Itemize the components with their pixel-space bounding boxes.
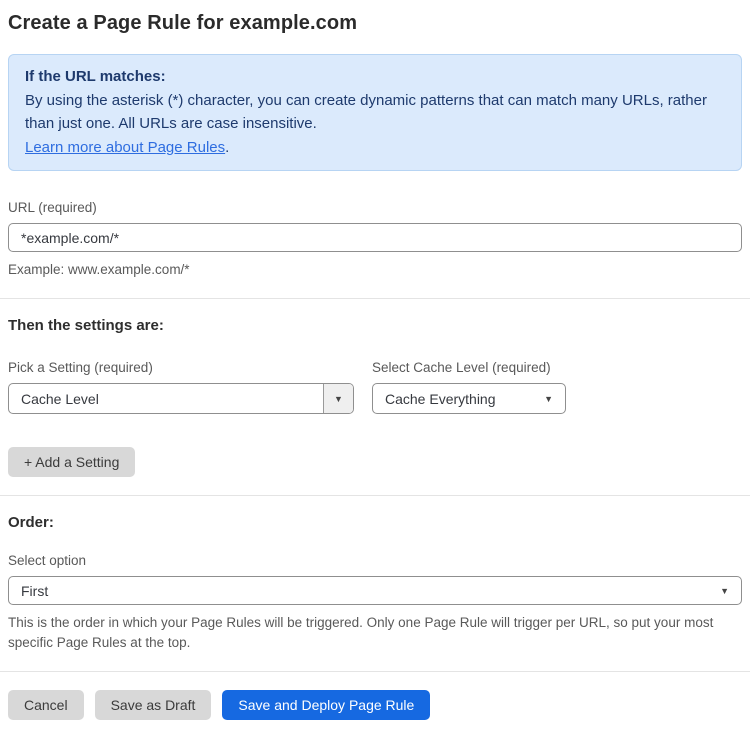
order-dropdown-value: First	[21, 582, 49, 599]
url-helper-text: Example: www.example.com/*	[8, 262, 190, 277]
create-page-rule-form: Create a Page Rule for example.com If th…	[0, 0, 750, 736]
setting-picker-dropdown[interactable]: Cache Level ▼	[8, 383, 354, 414]
chevron-down-icon: ▼	[544, 393, 553, 404]
setting-picker-arrow-button[interactable]: ▼	[323, 384, 353, 413]
info-box-heading: If the URL matches:	[25, 68, 166, 85]
divider	[0, 298, 750, 299]
info-box-link-line: Learn more about Page Rules.	[25, 136, 725, 160]
setting-picker-column: Pick a Setting (required) Cache Level ▼	[8, 360, 354, 414]
url-matches-info-box: If the URL matches: By using the asteris…	[8, 54, 742, 171]
settings-row: Pick a Setting (required) Cache Level ▼ …	[8, 360, 742, 414]
chevron-down-icon: ▼	[334, 393, 343, 404]
chevron-down-icon: ▼	[720, 585, 729, 596]
save-as-draft-button[interactable]: Save as Draft	[94, 690, 212, 720]
divider	[0, 671, 750, 672]
order-helper-text: This is the order in which your Page Rul…	[8, 615, 714, 650]
info-box-body: By using the asterisk (*) character, you…	[25, 89, 725, 136]
form-actions: Cancel Save as Draft Save and Deploy Pag…	[8, 690, 742, 720]
order-dropdown[interactable]: First ▼	[8, 576, 742, 605]
setting-picker-value: Cache Level	[21, 390, 99, 407]
order-section-heading: Order:	[8, 514, 54, 531]
learn-more-link[interactable]: Learn more about Page Rules	[25, 139, 225, 156]
cache-level-value: Cache Everything	[385, 390, 496, 407]
add-setting-button[interactable]: + Add a Setting	[8, 447, 136, 477]
setting-picker-label: Pick a Setting (required)	[8, 360, 153, 375]
page-title: Create a Page Rule for example.com	[8, 12, 358, 34]
info-box-body-text: By using the asterisk (*) character, you…	[25, 91, 707, 133]
divider	[0, 495, 750, 496]
link-suffix: .	[225, 138, 230, 156]
order-select-label: Select option	[8, 553, 87, 568]
cache-level-dropdown[interactable]: Cache Everything ▼	[372, 383, 566, 414]
cache-level-column: Select Cache Level (required) Cache Ever…	[372, 360, 566, 414]
settings-section-heading: Then the settings are:	[8, 317, 164, 334]
url-input[interactable]	[8, 223, 742, 252]
save-and-deploy-button[interactable]: Save and Deploy Page Rule	[222, 690, 431, 720]
cancel-button[interactable]: Cancel	[8, 690, 84, 720]
cache-level-label: Select Cache Level (required)	[372, 360, 551, 375]
url-label: URL (required)	[8, 200, 97, 215]
